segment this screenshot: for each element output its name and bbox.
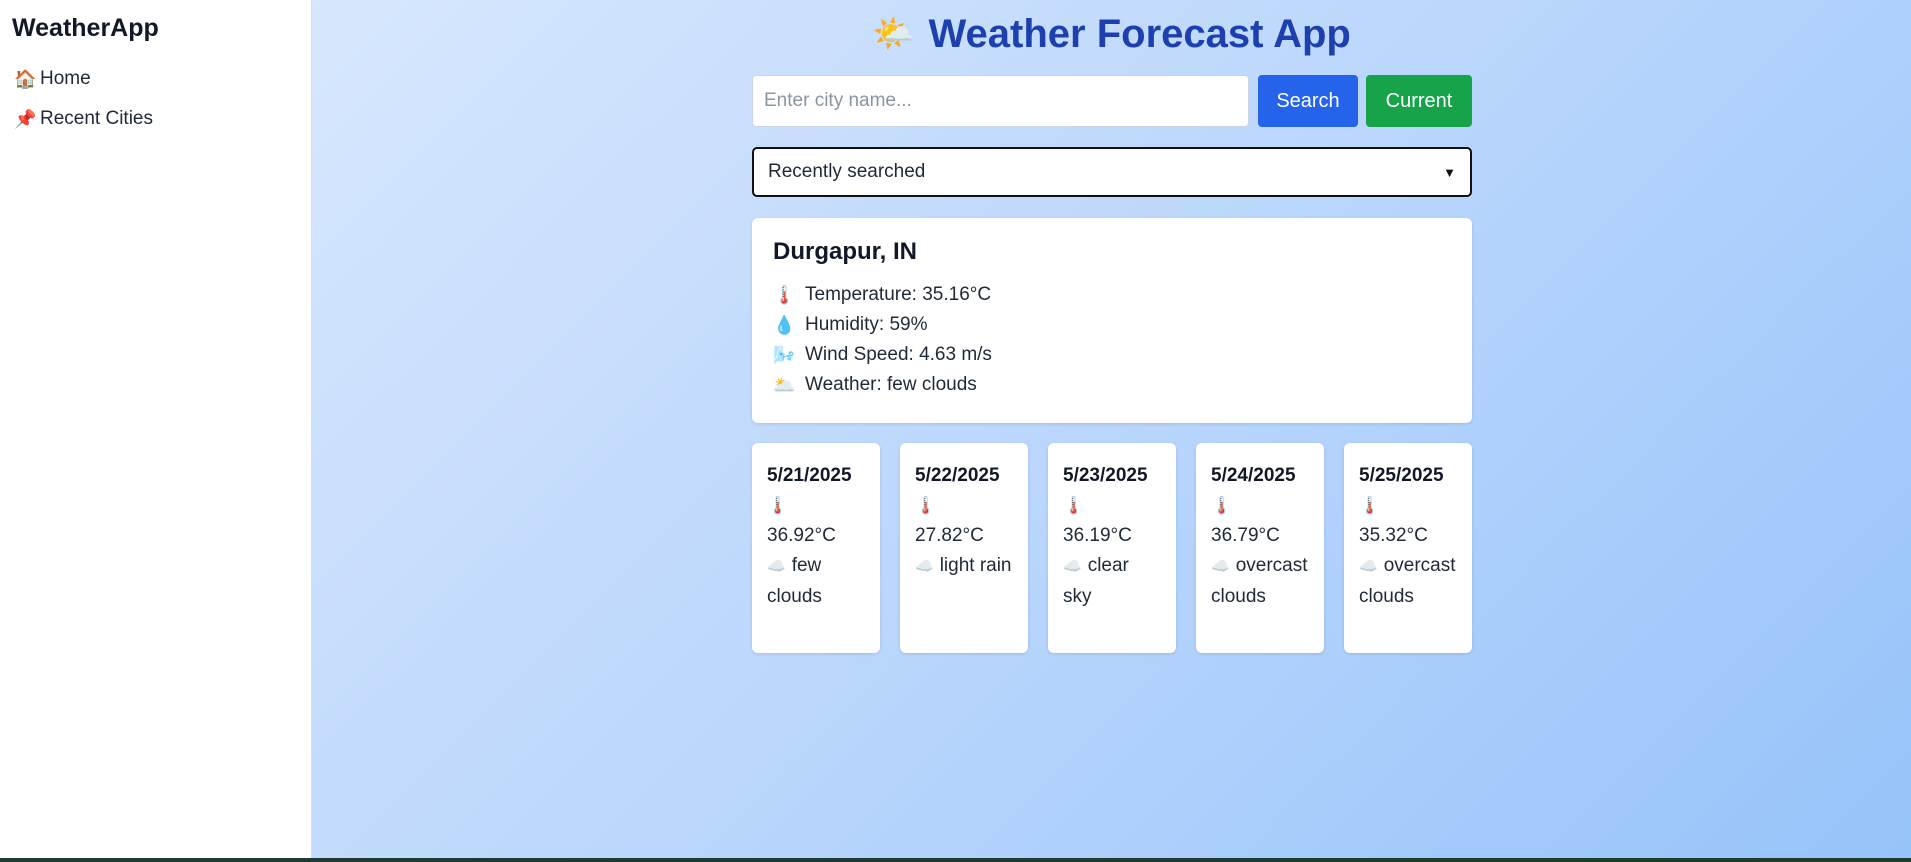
- forecast-temp: 36.79°C: [1211, 525, 1280, 546]
- sun-behind-cloud-icon: 🌥️: [773, 374, 796, 395]
- page-title-text: Weather Forecast App: [928, 12, 1351, 56]
- house-icon: 🏠: [14, 68, 37, 89]
- humidity-text: Humidity: 59%: [805, 314, 928, 335]
- wind-speed-stat: 🌬️ Wind Speed: 4.63 m/s: [773, 340, 1451, 370]
- droplet-icon: 💧: [773, 314, 796, 335]
- thermometer-icon: 🌡️: [773, 284, 796, 305]
- humidity-stat: 💧 Humidity: 59%: [773, 310, 1451, 340]
- sun-behind-cloud-icon: 🌤️: [872, 15, 915, 53]
- forecast-date: 5/24/2025: [1211, 465, 1296, 486]
- recent-cities-select[interactable]: Recently searched ▼: [752, 147, 1472, 197]
- thermometer-icon: 🌡️: [1359, 496, 1381, 515]
- sidebar-item-recent-cities[interactable]: 📌 Recent Cities: [14, 108, 153, 130]
- cloud-icon: ☁️: [1063, 558, 1082, 575]
- current-location-button[interactable]: Current: [1366, 75, 1472, 127]
- forecast-card: 5/22/2025 🌡️ 27.82°C ☁️ light rain: [900, 443, 1028, 653]
- forecast-description: ☁️ clear sky: [1063, 551, 1161, 612]
- temperature-text: Temperature: 35.16°C: [805, 284, 992, 305]
- window-bottom-edge: [0, 858, 1911, 862]
- pushpin-icon: 📌: [14, 108, 37, 129]
- forecast-description: ☁️ few clouds: [767, 551, 865, 612]
- forecast-description: ☁️ overcast clouds: [1211, 551, 1309, 612]
- sidebar-item-label: Home: [40, 68, 91, 89]
- forecast-card: 5/23/2025 🌡️ 36.19°C ☁️ clear sky: [1048, 443, 1176, 653]
- forecast-card: 5/21/2025 🌡️ 36.92°C ☁️ few clouds: [752, 443, 880, 653]
- cloud-icon: ☁️: [1211, 558, 1230, 575]
- current-weather-card: Durgapur, IN 🌡️ Temperature: 35.16°C 💧 H…: [752, 218, 1472, 423]
- forecast-card: 5/24/2025 🌡️ 36.79°C ☁️ overcast clouds: [1196, 443, 1324, 653]
- forecast-date: 5/21/2025: [767, 465, 852, 486]
- city-search-input[interactable]: [752, 75, 1249, 127]
- sidebar-item-home[interactable]: 🏠 Home: [14, 68, 91, 90]
- wind-icon: 🌬️: [773, 344, 796, 365]
- cloud-icon: ☁️: [767, 558, 786, 575]
- recent-cities-selected: Recently searched: [768, 161, 926, 182]
- weather-stat: 🌥️ Weather: few clouds: [773, 370, 1451, 400]
- main-content: 🌤️ Weather Forecast App Search Current Re…: [312, 0, 1911, 858]
- forecast-description: ☁️ light rain: [915, 551, 1013, 582]
- brand-logo[interactable]: WeatherApp: [12, 14, 159, 43]
- forecast-date: 5/22/2025: [915, 465, 1000, 486]
- forecast-description: ☁️ overcast clouds: [1359, 551, 1457, 612]
- thermometer-icon: 🌡️: [915, 496, 937, 515]
- wind-speed-text: Wind Speed: 4.63 m/s: [805, 344, 992, 365]
- cloud-icon: ☁️: [1359, 558, 1378, 575]
- sidebar: WeatherApp 🏠 Home 📌 Recent Cities: [0, 0, 312, 858]
- cloud-icon: ☁️: [915, 558, 934, 575]
- forecast-temp: 27.82°C: [915, 525, 984, 546]
- page-title: 🌤️ Weather Forecast App: [312, 12, 1911, 57]
- thermometer-icon: 🌡️: [1063, 496, 1085, 515]
- forecast-date: 5/25/2025: [1359, 465, 1444, 486]
- forecast-temp: 36.19°C: [1063, 525, 1132, 546]
- forecast-temp: 36.92°C: [767, 525, 836, 546]
- city-name: Durgapur, IN: [773, 238, 918, 265]
- chevron-down-icon: ▼: [1443, 164, 1456, 180]
- search-button[interactable]: Search: [1258, 75, 1358, 127]
- thermometer-icon: 🌡️: [767, 496, 789, 515]
- temperature-stat: 🌡️ Temperature: 35.16°C: [773, 280, 1451, 310]
- thermometer-icon: 🌡️: [1211, 496, 1233, 515]
- sidebar-item-label: Recent Cities: [40, 108, 153, 129]
- forecast-card: 5/25/2025 🌡️ 35.32°C ☁️ overcast clouds: [1344, 443, 1472, 653]
- forecast-date: 5/23/2025: [1063, 465, 1148, 486]
- weather-text: Weather: few clouds: [805, 374, 977, 395]
- forecast-temp: 35.32°C: [1359, 525, 1428, 546]
- forecast-description-text: light rain: [939, 555, 1012, 576]
